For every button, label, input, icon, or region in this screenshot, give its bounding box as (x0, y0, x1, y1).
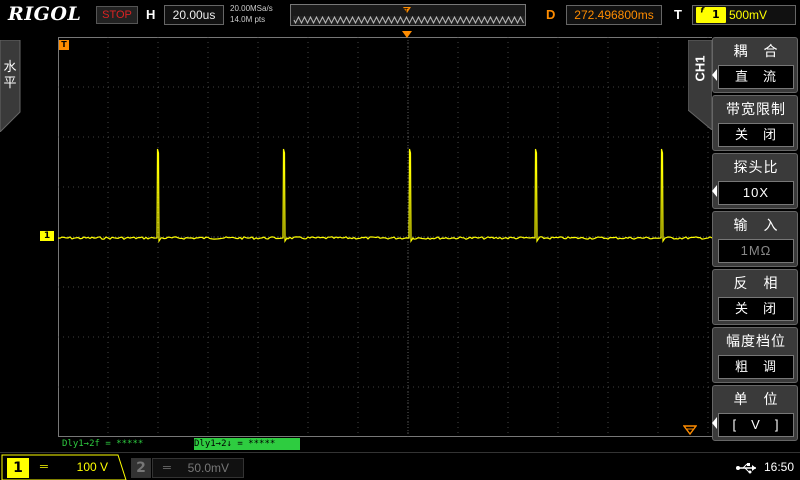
trigger-source-badge: ᶠ 1 (696, 6, 726, 23)
rising-edge-icon: ᶠ (700, 6, 705, 21)
bottom-status-bar: 1 ═ 100 V 2 ═ 50.0mV 16:50 (0, 452, 800, 480)
dc-coupling-icon: ═ (40, 461, 48, 473)
sample-info: 20.00MSa/s 14.0M pts (230, 3, 273, 25)
menu-probe-ratio[interactable]: 探头比 10X (712, 153, 798, 209)
horizontal-char-2: 平 (3, 76, 17, 91)
left-arrow-icon (712, 417, 717, 429)
ch2-volts-div: 50.0mV (187, 461, 229, 475)
menu-unit[interactable]: 单 位 [ V ] (712, 385, 798, 441)
top-status-bar: RIGOL STOP H 20.00us 20.00MSa/s 14.0M pt… (0, 0, 800, 30)
menu-invert-title: 反 相 (733, 276, 779, 292)
graticule (58, 37, 758, 437)
ch1-badge[interactable]: 1 (7, 458, 29, 478)
ch1-ground-marker[interactable]: 1 (40, 231, 54, 241)
menu-bandwidth-title: 带宽限制 (726, 102, 786, 118)
sample-rate: 20.00MSa/s (230, 4, 273, 13)
horizontal-tab-label: 水 平 (1, 60, 19, 92)
memory-overview-bar[interactable]: T (290, 4, 526, 26)
ch1-tab-label: CH1 (692, 55, 708, 82)
menu-unit-title: 单 位 (733, 392, 779, 408)
delay-rise-measurement: Dly1→2f = ***** (62, 439, 144, 449)
clock-time: 16:50 (764, 460, 795, 474)
left-arrow-icon (712, 185, 717, 197)
trigger-label: T (674, 7, 682, 22)
menu-coupling[interactable]: 耦 合 直 流 (712, 37, 798, 93)
menu-probe-title: 探头比 (733, 160, 779, 176)
menu-coupling-title: 耦 合 (733, 44, 779, 60)
menu-invert-value: 关 闭 (718, 297, 794, 321)
menu-input-value: 1MΩ (718, 239, 794, 263)
left-arrow-icon (712, 69, 717, 81)
horizontal-label: H (146, 7, 156, 22)
rigol-logo: RIGOL (8, 3, 82, 25)
trigger-position-marker[interactable]: T (59, 40, 69, 50)
ch1-volts-div: 100 V (76, 460, 108, 474)
waveform-display[interactable] (58, 37, 758, 437)
ch1-settings[interactable]: ═ 100 V (30, 458, 122, 478)
menu-input-impedance[interactable]: 输 入 1MΩ (712, 211, 798, 267)
ch-tab-shape (688, 40, 712, 130)
memory-depth: 14.0M pts (230, 15, 266, 24)
menu-volts-scale[interactable]: 幅度档位 粗 调 (712, 327, 798, 383)
ch1-waveform-trace (58, 148, 757, 243)
timebase-value[interactable]: 20.00us (164, 5, 224, 25)
ch2-badge[interactable]: 2 (131, 458, 151, 478)
menu-probe-value: 10X (718, 181, 794, 205)
delay-value[interactable]: 272.496800ms (566, 5, 662, 25)
menu-coupling-value: 直 流 (718, 65, 794, 89)
trigger-channel-number: 1 (712, 8, 720, 21)
trigger-level-arrow-icon[interactable] (682, 420, 698, 436)
ch2-settings[interactable]: ═ 50.0mV (152, 458, 244, 478)
delay-label: D (546, 7, 556, 22)
menu-invert[interactable]: 反 相 关 闭 (712, 269, 798, 325)
trigger-time-arrow-icon[interactable] (402, 31, 412, 38)
memory-waveform-icon: T (293, 7, 525, 25)
horizontal-char-1: 水 (3, 60, 17, 75)
run-status-indicator[interactable]: STOP (96, 6, 138, 24)
horizontal-menu-tab[interactable]: 水 平 (0, 40, 22, 132)
delay-fall-measurement: Dly1→2↓ = ***** (194, 438, 300, 450)
menu-input-title: 输 入 (733, 218, 779, 234)
menu-scale-title: 幅度档位 (726, 334, 786, 350)
channel-softkey-menu: 耦 合 直 流 带宽限制 关 闭 探头比 10X 输 入 1MΩ 反 相 关 闭… (712, 37, 800, 441)
menu-scale-value: 粗 调 (718, 355, 794, 379)
menu-bandwidth-limit[interactable]: 带宽限制 关 闭 (712, 95, 798, 151)
svg-text:T: T (403, 7, 409, 15)
menu-unit-value: [ V ] (718, 413, 794, 437)
usb-icon (736, 463, 756, 474)
ch1-menu-tab[interactable]: CH1 (688, 40, 712, 130)
dc-coupling-icon: ═ (163, 462, 171, 474)
menu-bandwidth-value: 关 闭 (718, 123, 794, 147)
